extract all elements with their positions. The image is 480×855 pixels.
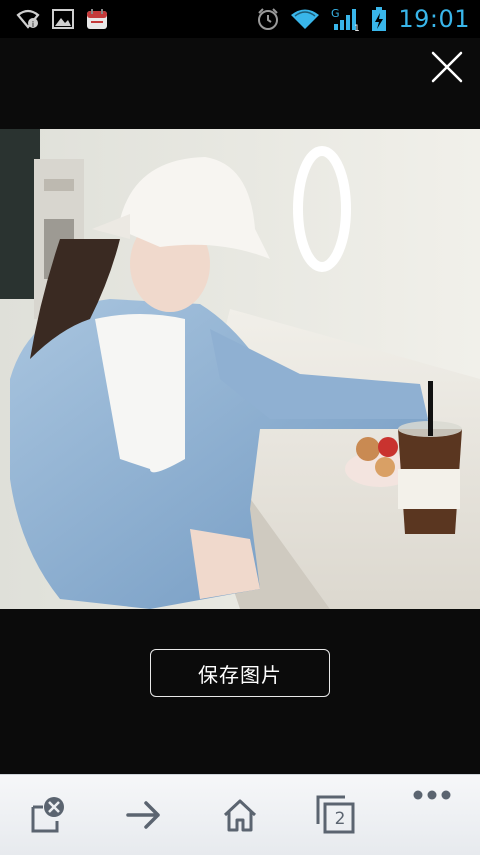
tab-count: 2 — [334, 809, 346, 829]
close-icon — [431, 51, 463, 83]
tabs-button[interactable]: 2 — [304, 783, 368, 847]
more-button[interactable] — [400, 783, 464, 847]
close-tab-button[interactable] — [16, 783, 80, 847]
svg-text:1: 1 — [354, 24, 360, 32]
close-button[interactable] — [426, 46, 468, 88]
wifi-icon — [290, 8, 320, 30]
signal-icon: G 1 — [330, 6, 360, 32]
forward-arrow-icon — [126, 801, 160, 829]
system-status: G 1 19:01 — [256, 5, 480, 33]
svg-text:G: G — [331, 7, 340, 20]
status-clock: 19:01 — [398, 5, 470, 33]
home-button[interactable] — [208, 783, 272, 847]
more-icon — [413, 790, 451, 800]
alarm-icon — [256, 7, 280, 31]
battery-charging-icon — [370, 6, 388, 32]
svg-text:i: i — [32, 20, 34, 29]
wifi-sync-icon: i — [16, 8, 40, 30]
status-bar: i G 1 19:01 — [0, 0, 480, 38]
forward-button[interactable] — [112, 783, 176, 847]
browser-toolbar: 2 — [0, 774, 480, 855]
home-icon — [223, 799, 257, 832]
viewed-image[interactable] — [0, 129, 480, 609]
close-tab-icon — [31, 797, 64, 833]
calendar-app-icon — [86, 8, 108, 30]
notification-icons: i — [0, 8, 108, 30]
image-notification-icon — [52, 9, 74, 29]
save-image-button[interactable]: 保存图片 — [150, 649, 330, 697]
